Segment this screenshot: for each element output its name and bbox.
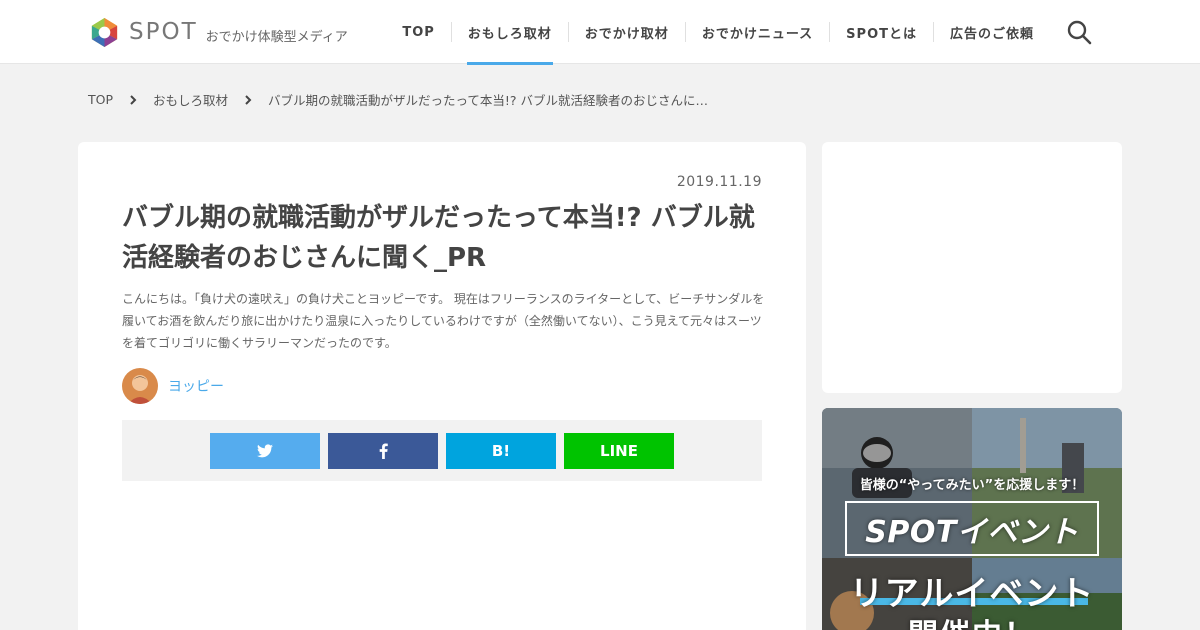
logo-tagline: おでかけ体験型メディア (205, 29, 348, 45)
main-nav: TOP おもしろ取材 おでかけ取材 おでかけニュース SPOTとは 広告のご依頼 (386, 0, 1050, 65)
article-card: 2019.11.19 バブル期の就職活動がザルだったって本当!? バブル就活経験… (78, 142, 806, 630)
event-banner[interactable]: 皆様の“やってみたい”を応援します！ SPOTイベント リアルイベント 開催中！ (822, 408, 1122, 630)
nav-advertise[interactable]: 広告のご依頼 (934, 0, 1050, 64)
site-header: SPOT おでかけ体験型メディア TOP おもしろ取材 おでかけ取材 おでかけニ… (0, 0, 1200, 65)
avatar (122, 368, 158, 404)
article-date: 2019.11.19 (676, 174, 762, 190)
facebook-icon (379, 443, 388, 459)
nav-top[interactable]: TOP (386, 0, 450, 64)
event-open-label: 開催中！ (822, 610, 1122, 630)
breadcrumb: TOP おもしろ取材 バブル期の就職活動がザルだったって本当!? バブル就活経験… (88, 90, 708, 109)
share-bar: B! LINE (122, 420, 762, 481)
breadcrumb-top[interactable]: TOP (88, 92, 113, 107)
author[interactable]: ヨッピー (122, 368, 224, 404)
nav-news[interactable]: おでかけニュース (686, 0, 829, 64)
site-logo[interactable]: SPOT おでかけ体験型メディア (88, 15, 348, 49)
event-title: SPOTイベント (845, 501, 1099, 556)
nav-omoshiro[interactable]: おもしろ取材 (452, 0, 568, 65)
nav-about[interactable]: SPOTとは (830, 0, 933, 64)
share-line-button[interactable]: LINE (564, 432, 674, 469)
search-icon[interactable] (1066, 19, 1092, 45)
logo-text: SPOT (129, 19, 198, 45)
nav-odekake[interactable]: おでかけ取材 (569, 0, 685, 64)
chevron-right-icon (130, 94, 137, 105)
article-title: バブル期の就職活動がザルだったって本当!? バブル就活経験者のおじさんに聞く_P… (122, 203, 755, 273)
share-hatena-button[interactable]: B! (446, 432, 556, 469)
twitter-icon (257, 443, 273, 457)
share-facebook-button[interactable] (328, 432, 438, 469)
breadcrumb-current: バブル期の就職活動がザルだったって本当!? バブル就活経験者のおじさんに… (268, 93, 709, 108)
breadcrumb-category[interactable]: おもしろ取材 (153, 90, 228, 109)
event-real-label: リアルイベント (849, 574, 1095, 614)
author-name[interactable]: ヨッピー (168, 376, 224, 396)
article-lead: こんにちは。「負け犬の遠吠え」の負け犬ことヨッピーです。 現在はフリーランスのラ… (122, 292, 765, 350)
spot-logo-icon (91, 17, 118, 47)
share-twitter-button[interactable] (210, 432, 320, 469)
chevron-right-icon (245, 94, 252, 105)
event-tagline: 皆様の“やってみたい”を応援します！ (859, 478, 1085, 493)
sidebar-ad-slot (822, 142, 1122, 393)
